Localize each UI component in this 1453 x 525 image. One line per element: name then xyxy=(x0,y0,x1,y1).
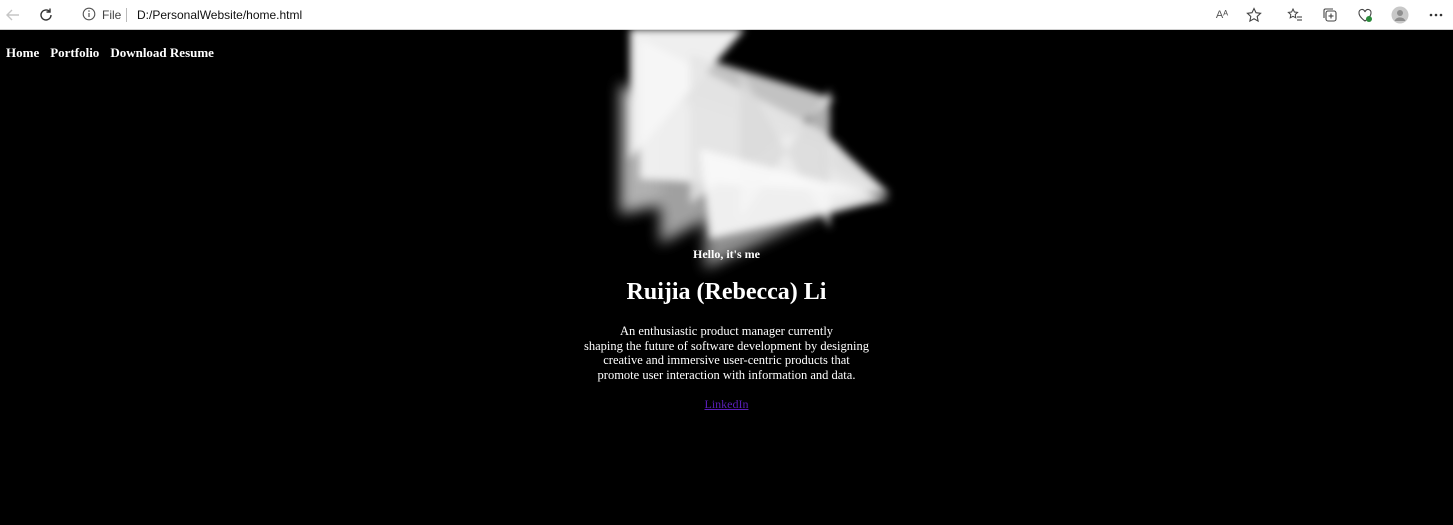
read-aloud-icon: Aᴬ xyxy=(1215,9,1229,21)
back-button[interactable] xyxy=(3,5,23,25)
nav-portfolio-link[interactable]: Portfolio xyxy=(50,45,99,61)
greeting-text: Hello, it's me xyxy=(693,247,760,261)
linkedin-link[interactable]: LinkedIn xyxy=(705,397,749,411)
extensions-button[interactable] xyxy=(1355,5,1375,25)
read-aloud-button[interactable]: Aᴬ xyxy=(1213,5,1231,25)
bio-line: shaping the future of software developme… xyxy=(584,338,869,353)
favorites-button[interactable] xyxy=(1285,5,1305,25)
collections-button[interactable] xyxy=(1320,5,1340,25)
nav-download-resume-link[interactable]: Download Resume xyxy=(110,45,214,61)
address-separator xyxy=(126,8,127,22)
avatar-icon xyxy=(1391,6,1409,24)
address-bar[interactable]: File D:/PersonalWebsite/home.html xyxy=(74,3,1204,27)
more-dots-icon xyxy=(1429,13,1443,17)
linkedin-link-container: LinkedIn xyxy=(0,397,1453,412)
browser-toolbar: File D:/PersonalWebsite/home.html Aᴬ xyxy=(0,0,1453,30)
webpage: Home Portfolio Download Resume Hello, it… xyxy=(0,29,1453,525)
star-icon xyxy=(1246,7,1262,23)
bio-line: creative and immersive user-centric prod… xyxy=(603,353,850,367)
more-menu-button[interactable] xyxy=(1426,5,1446,25)
bio-line: promote user interaction with informatio… xyxy=(597,367,856,382)
favorite-button[interactable] xyxy=(1244,5,1264,25)
browser-essentials-icon xyxy=(1358,8,1372,22)
hero-name-heading: Ruijia (Rebecca) Li xyxy=(626,279,827,305)
site-info-button[interactable] xyxy=(82,7,96,24)
file-label: File xyxy=(102,8,122,22)
bio-line: An enthusiastic product manager currentl… xyxy=(619,324,834,338)
site-nav: Home Portfolio Download Resume xyxy=(6,45,214,61)
bio-paragraph: An enthusiastic product manager currentl… xyxy=(0,324,1453,382)
refresh-icon xyxy=(40,8,52,21)
collections-icon xyxy=(1323,8,1337,22)
url-text[interactable]: D:/PersonalWebsite/home.html xyxy=(137,8,302,22)
favorites-list-icon xyxy=(1287,7,1302,21)
info-icon xyxy=(82,7,96,21)
back-arrow-icon xyxy=(6,9,19,21)
profile-button[interactable] xyxy=(1390,5,1410,25)
nav-home-link[interactable]: Home xyxy=(6,45,39,61)
refresh-button[interactable] xyxy=(36,5,56,25)
